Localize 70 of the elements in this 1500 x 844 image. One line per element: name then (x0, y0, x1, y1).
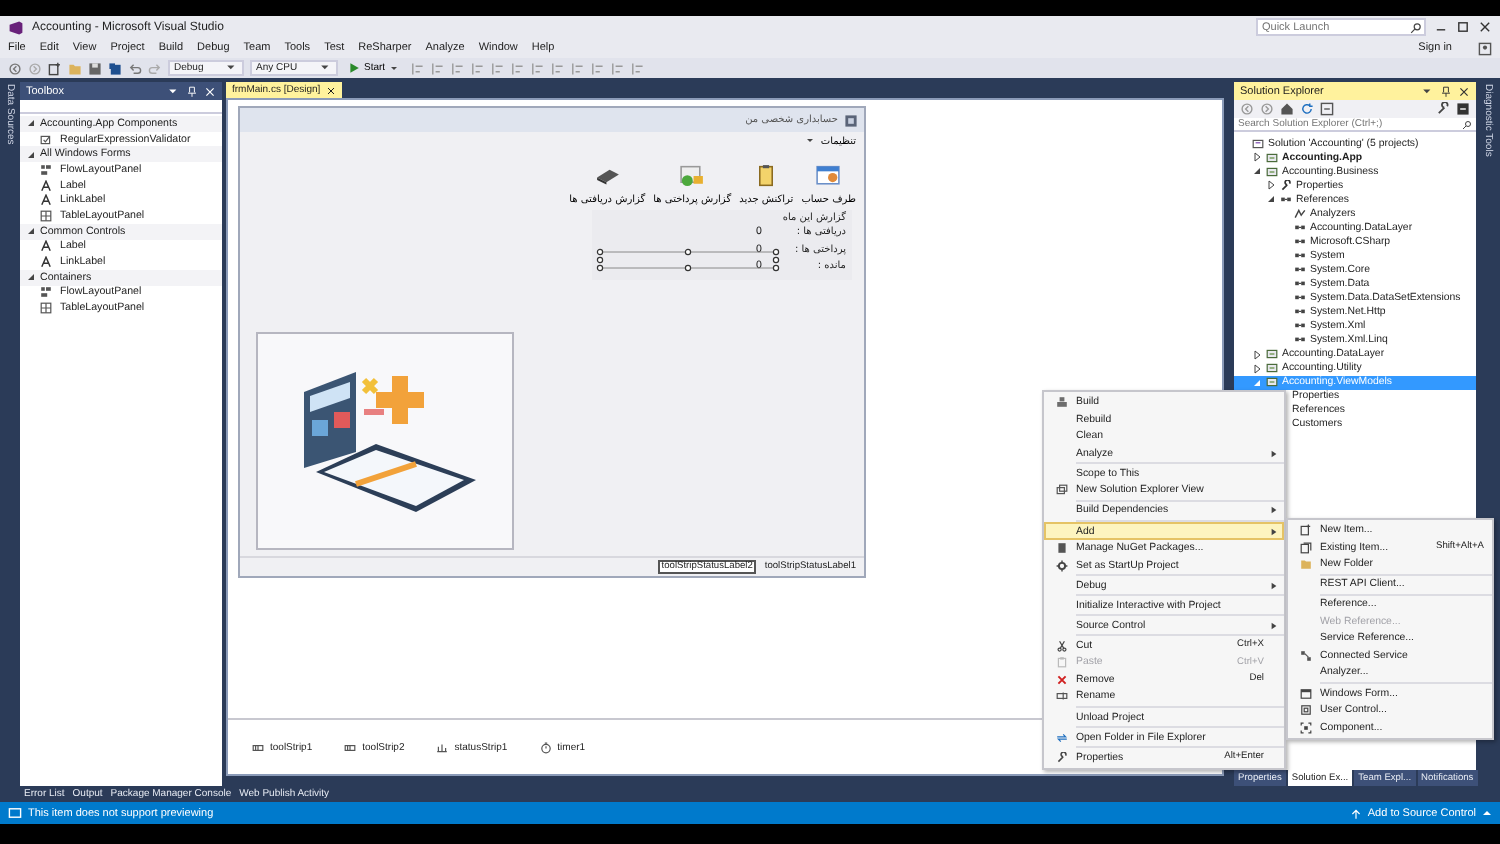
close-icon[interactable] (1478, 20, 1492, 34)
play-icon (348, 62, 360, 74)
expander-icon[interactable] (1252, 349, 1262, 360)
wrench-icon[interactable] (1436, 102, 1450, 116)
folder-icon (1299, 558, 1311, 571)
window-icon (1299, 687, 1311, 700)
caret-icon (320, 62, 332, 74)
collapse-icon[interactable] (1320, 102, 1334, 116)
save-all-icon[interactable] (108, 61, 122, 75)
undo-icon[interactable] (128, 61, 142, 75)
package-icon (1055, 542, 1067, 555)
plug-icon (1299, 649, 1311, 662)
analyzer-icon (1294, 207, 1306, 220)
expander-icon[interactable] (26, 226, 36, 237)
caret-icon[interactable] (1482, 808, 1492, 818)
up-arrow-icon (1349, 807, 1362, 819)
wrench-icon (1055, 751, 1067, 764)
expander-icon[interactable] (26, 272, 36, 283)
contacts-icon (814, 162, 843, 190)
flow-layout-icon (40, 163, 52, 176)
label-icon (40, 240, 52, 253)
form-icon (844, 113, 858, 127)
solution-icon (1252, 137, 1264, 150)
flow-layout-icon (40, 286, 52, 299)
new-item-icon[interactable] (48, 61, 62, 75)
document-icon (1299, 541, 1311, 554)
search-field[interactable] (20, 100, 222, 114)
caret-icon (389, 63, 400, 73)
gear-icon (1055, 559, 1067, 572)
expander-icon[interactable] (1252, 152, 1262, 163)
validator-icon (40, 133, 52, 146)
account-icon[interactable] (1478, 41, 1492, 55)
expander-icon[interactable] (1266, 194, 1276, 205)
grid-icon (40, 302, 52, 315)
report-icon (678, 162, 707, 190)
label-icon (40, 256, 52, 269)
expander-icon[interactable] (1266, 180, 1276, 191)
clipboard-icon (1055, 656, 1067, 669)
close-icon[interactable] (1458, 85, 1470, 97)
search-icon (1462, 120, 1472, 130)
save-icon[interactable] (88, 61, 102, 75)
maximize-icon[interactable] (1456, 20, 1470, 34)
windows-icon (1055, 484, 1067, 497)
scissors-icon (1055, 639, 1067, 652)
rename-icon (1055, 690, 1067, 703)
expander-icon[interactable] (26, 118, 36, 129)
timer-icon (539, 741, 552, 753)
expander-icon[interactable] (1252, 363, 1262, 374)
pin-icon[interactable] (1440, 85, 1452, 97)
message-icon (8, 806, 22, 820)
sync-arrows-icon (1055, 731, 1067, 744)
toolstrip-icon (252, 741, 264, 753)
expander-icon[interactable] (26, 149, 36, 160)
component-icon (1299, 721, 1311, 734)
close-icon[interactable] (326, 85, 337, 95)
toolstrip-icon (344, 741, 357, 753)
frame-icon (1299, 704, 1311, 717)
caret-icon (226, 62, 238, 74)
expander-icon[interactable] (1252, 166, 1262, 177)
delete-icon (1055, 673, 1067, 686)
wrench-icon (1280, 179, 1292, 192)
status-strip-icon (436, 741, 449, 753)
new-item-icon (1299, 524, 1311, 537)
bricks-icon (1055, 396, 1067, 409)
grid-icon (40, 209, 52, 222)
preview-icon[interactable] (1456, 102, 1470, 116)
references-icon (1280, 193, 1292, 206)
back-arrow-icon[interactable] (8, 61, 22, 75)
search-icon (1410, 21, 1422, 33)
refresh-icon[interactable] (1300, 102, 1314, 116)
